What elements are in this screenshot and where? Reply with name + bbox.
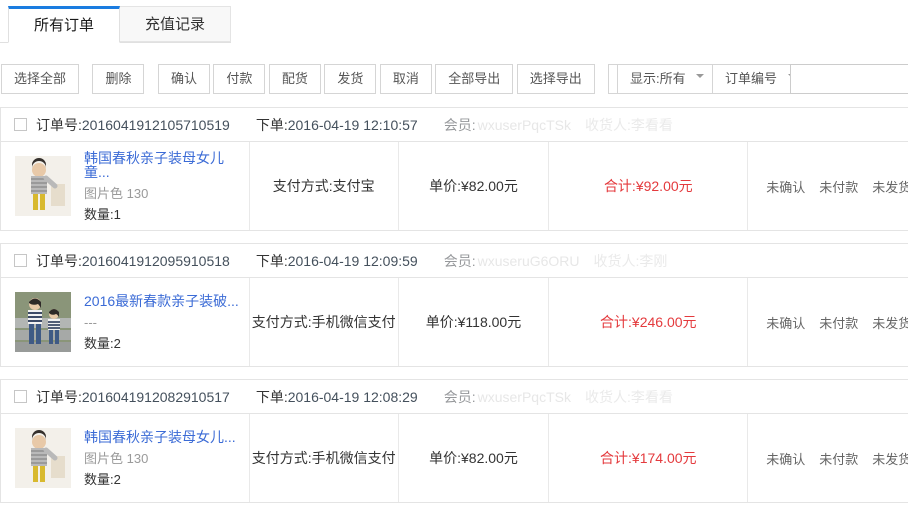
product-thumbnail[interactable]: [15, 156, 71, 216]
order-block: 订单号:2016041912082910517 下单:2016-04-19 12…: [0, 379, 908, 503]
product-quantity: 数量:2: [84, 473, 236, 486]
pay-button[interactable]: 付款: [213, 64, 265, 94]
product-title-link[interactable]: 2016最新春款亲子装破...: [84, 294, 239, 308]
order-header: 订单号:2016041912082910517 下单:2016-04-19 12…: [1, 380, 908, 414]
status-unpaid: 未付款: [819, 313, 858, 332]
receiver-value: 收货人:李刚: [594, 251, 668, 271]
order-checkbox[interactable]: [14, 118, 27, 131]
search-field-label: 订单编号: [725, 71, 777, 86]
order-row: 2016最新春款亲子装破... --- 数量:2 支付方式:手机微信支付 单价:…: [1, 278, 908, 366]
export-selected-button[interactable]: 选择导出: [517, 64, 595, 94]
member-label: 会员:: [444, 251, 476, 271]
product-thumbnail[interactable]: [15, 428, 71, 488]
order-block: 订单号:2016041912105710519 下单:2016-04-19 12…: [0, 107, 908, 231]
member-label: 会员:: [444, 115, 476, 135]
status-unpaid: 未付款: [819, 177, 858, 196]
order-no-label: 订单号:: [36, 387, 82, 407]
receiver-value: 收货人:李看看: [585, 115, 673, 135]
status-cell: 未确认 未付款 未发货: [747, 414, 908, 502]
delete-button[interactable]: 删除: [92, 64, 144, 94]
payment-method-cell: 支付方式:支付宝: [249, 142, 398, 230]
product-cell: 韩国春秋亲子装母女儿... 图片色 130 数量:2: [1, 414, 249, 502]
status-unshipped: 未发货: [872, 313, 908, 332]
status-unpaid: 未付款: [819, 449, 858, 468]
order-no-value: 2016041912105710519: [82, 117, 230, 133]
unit-price-cell: 单价:¥118.00元: [398, 278, 549, 366]
order-actions-group: 确认 付款 配货 发货 取消 全部导出 选择导出: [158, 64, 595, 94]
placed-value: 2016-04-19 12:08:29: [288, 389, 418, 405]
chevron-down-icon: [696, 74, 704, 82]
order-no-value: 2016041912082910517: [82, 389, 230, 405]
product-spec: 图片色 130: [84, 187, 249, 200]
product-title-link[interactable]: 韩国春秋亲子装母女儿童...: [84, 151, 249, 179]
payment-method-cell: 支付方式:手机微信支付: [249, 414, 398, 502]
status-unconfirmed: 未确认: [766, 177, 805, 196]
order-no-label: 订单号:: [36, 251, 82, 271]
order-row: 韩国春秋亲子装母女儿... 图片色 130 数量:2 支付方式:手机微信支付 单…: [1, 414, 908, 502]
placed-value: 2016-04-19 12:10:57: [288, 117, 418, 133]
status-unshipped: 未发货: [872, 177, 908, 196]
search-input[interactable]: [790, 64, 908, 94]
total-price-cell: 合计:¥92.00元: [548, 142, 747, 230]
placed-label: 下单:: [256, 251, 288, 271]
unit-price-cell: 单价:¥82.00元: [398, 142, 549, 230]
member-label: 会员:: [444, 387, 476, 407]
show-filter-label: 显示:所有: [630, 71, 686, 86]
order-checkbox[interactable]: [14, 390, 27, 403]
member-value: wxuserPqcTSk: [478, 117, 571, 133]
member-value: wxuserPqcTSk: [478, 389, 571, 405]
order-block: 订单号:2016041912095910518 下单:2016-04-19 12…: [0, 243, 908, 367]
order-no-label: 订单号:: [36, 115, 82, 135]
product-cell: 韩国春秋亲子装母女儿童... 图片色 130 数量:1: [1, 142, 249, 230]
product-cell: 2016最新春款亲子装破... --- 数量:2: [1, 278, 249, 366]
product-quantity: 数量:1: [84, 208, 249, 221]
orders-toolbar: 选择全部 删除 确认 付款 配货 发货 取消 全部导出 选择导出 显示帮助 显示…: [0, 64, 908, 95]
payment-method-cell: 支付方式:手机微信支付: [249, 278, 398, 366]
select-all-button[interactable]: 选择全部: [1, 64, 79, 94]
product-thumbnail[interactable]: [15, 292, 71, 352]
orders-page: 所有订单 充值记录 选择全部 删除 确认 付款 配货 发货 取消 全部导出 选择…: [0, 0, 908, 503]
placed-value: 2016-04-19 12:09:59: [288, 253, 418, 269]
show-filter-dropdown[interactable]: 显示:所有: [617, 64, 717, 94]
status-unconfirmed: 未确认: [766, 313, 805, 332]
product-info: 韩国春秋亲子装母女儿... 图片色 130 数量:2: [84, 430, 236, 486]
product-title-link[interactable]: 韩国春秋亲子装母女儿...: [84, 430, 236, 444]
tab-all-orders[interactable]: 所有订单: [8, 6, 120, 43]
order-no-value: 2016041912095910518: [82, 253, 230, 269]
tab-recharge-records[interactable]: 充值记录: [120, 6, 231, 42]
unit-price-cell: 单价:¥82.00元: [398, 414, 549, 502]
cancel-button[interactable]: 取消: [380, 64, 432, 94]
status-cell: 未确认 未付款 未发货: [747, 278, 908, 366]
status-unconfirmed: 未确认: [766, 449, 805, 468]
order-row: 韩国春秋亲子装母女儿童... 图片色 130 数量:1 支付方式:支付宝 单价:…: [1, 142, 908, 230]
placed-label: 下单:: [256, 115, 288, 135]
allocate-button[interactable]: 配货: [269, 64, 321, 94]
confirm-button[interactable]: 确认: [158, 64, 210, 94]
member-value: wxuseruG6ORU: [478, 253, 580, 269]
total-price-cell: 合计:¥246.00元: [548, 278, 747, 366]
product-info: 2016最新春款亲子装破... --- 数量:2: [84, 294, 239, 350]
status-cell: 未确认 未付款 未发货: [747, 142, 908, 230]
tab-bar: 所有订单 充值记录: [0, 6, 231, 43]
total-price-cell: 合计:¥174.00元: [548, 414, 747, 502]
order-checkbox[interactable]: [14, 254, 27, 267]
ship-button[interactable]: 发货: [324, 64, 376, 94]
product-spec: 图片色 130: [84, 452, 236, 465]
status-unshipped: 未发货: [872, 449, 908, 468]
product-spec: ---: [84, 316, 239, 329]
product-quantity: 数量:2: [84, 337, 239, 350]
order-header: 订单号:2016041912105710519 下单:2016-04-19 12…: [1, 108, 908, 142]
product-info: 韩国春秋亲子装母女儿童... 图片色 130 数量:1: [84, 151, 249, 221]
receiver-value: 收货人:李看看: [585, 387, 673, 407]
order-header: 订单号:2016041912095910518 下单:2016-04-19 12…: [1, 244, 908, 278]
export-all-button[interactable]: 全部导出: [435, 64, 513, 94]
placed-label: 下单:: [256, 387, 288, 407]
